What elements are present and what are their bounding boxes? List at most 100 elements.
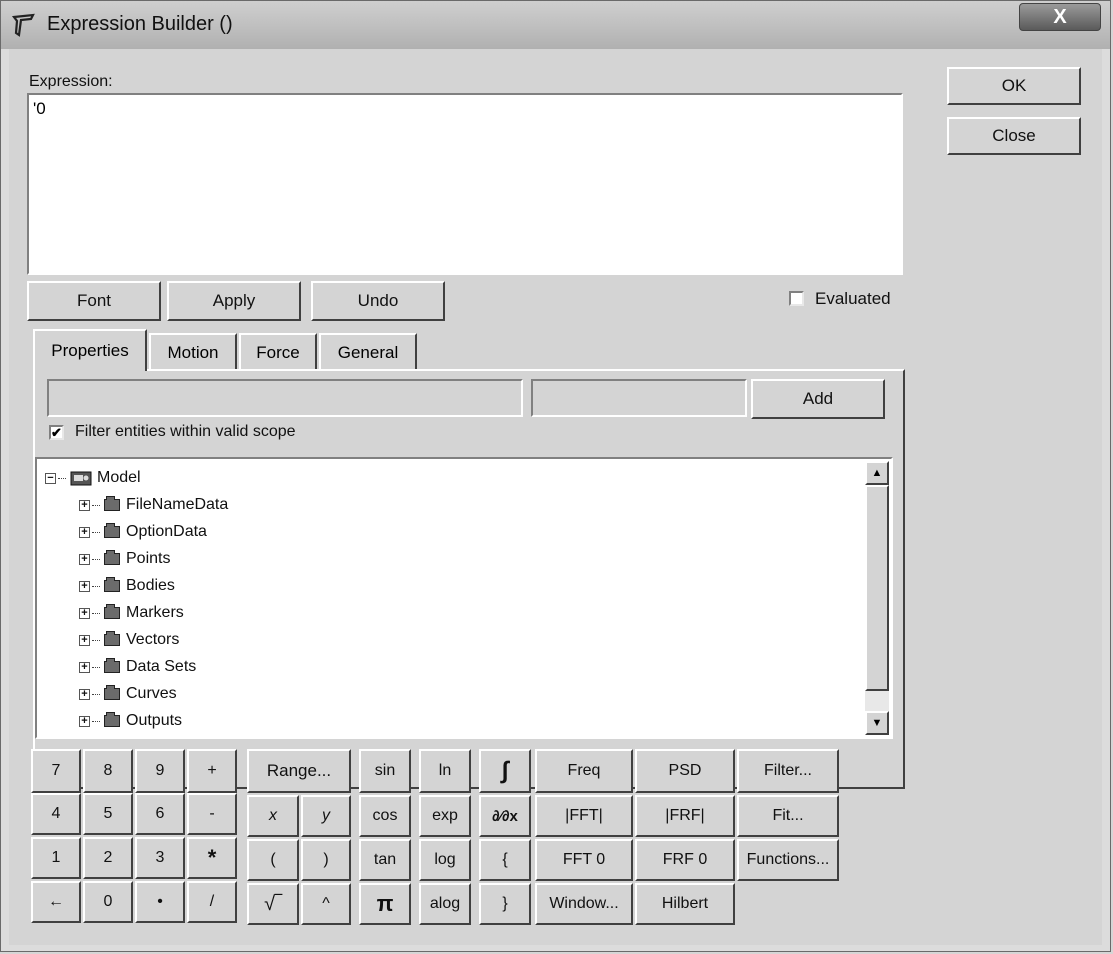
tree-item-label: Outputs xyxy=(126,712,183,729)
key-three-button[interactable]: 3 xyxy=(135,837,185,879)
tree-item[interactable]: + Vectors xyxy=(79,627,179,653)
tree-connector xyxy=(92,612,100,614)
fft0-button[interactable]: FFT 0 xyxy=(535,839,633,881)
tan-button[interactable]: tan xyxy=(359,839,411,881)
fit-button[interactable]: Fit... xyxy=(737,795,839,837)
tree-item[interactable]: + Markers xyxy=(79,600,184,626)
y-button[interactable]: y xyxy=(301,795,351,837)
expand-icon[interactable]: + xyxy=(79,607,90,619)
filter-button[interactable]: Filter... xyxy=(737,749,839,793)
integral-button[interactable]: ∫ xyxy=(479,749,531,793)
left-brace-button[interactable]: { xyxy=(479,839,531,881)
expand-icon[interactable]: + xyxy=(79,688,90,700)
ok-button[interactable]: OK xyxy=(947,67,1081,105)
tree-item-label: FileNameData xyxy=(126,496,229,513)
tree-root[interactable]: − Model xyxy=(45,465,141,491)
expand-icon[interactable]: + xyxy=(79,553,90,565)
fft-abs-button[interactable]: |FFT| xyxy=(535,795,633,837)
key-decimal-button[interactable]: • xyxy=(135,881,185,923)
tree-scrollbar[interactable]: ▲ ▼ xyxy=(865,461,889,735)
key-backspace-button[interactable]: ← xyxy=(31,881,81,923)
collapse-icon[interactable]: − xyxy=(45,472,56,484)
sqrt-button[interactable]: √‾ xyxy=(247,883,299,925)
log-button[interactable]: log xyxy=(419,839,471,881)
key-one-button[interactable]: 1 xyxy=(31,837,81,879)
filter-scope-checkbox[interactable]: ✔ xyxy=(49,425,64,440)
expand-icon[interactable]: + xyxy=(79,499,90,511)
tree-connector xyxy=(92,666,100,668)
key-seven-button[interactable]: 7 xyxy=(31,749,81,793)
key-divide-button[interactable]: / xyxy=(187,881,237,923)
range-button[interactable]: Range... xyxy=(247,749,351,793)
cos-button[interactable]: cos xyxy=(359,795,411,837)
expand-icon[interactable]: + xyxy=(79,715,90,727)
key-plus-button[interactable]: + xyxy=(187,749,237,793)
derivative-button[interactable]: ∂⁄∂x xyxy=(479,795,531,837)
window-close-button[interactable]: X xyxy=(1019,3,1101,31)
key-zero-button[interactable]: 0 xyxy=(83,881,133,923)
tree-item[interactable]: + Curves xyxy=(79,681,177,707)
key-eight-button[interactable]: 8 xyxy=(83,749,133,793)
exp-button[interactable]: exp xyxy=(419,795,471,837)
scroll-up-icon[interactable]: ▲ xyxy=(865,461,889,485)
window-button[interactable]: Window... xyxy=(535,883,633,925)
apply-button[interactable]: Apply xyxy=(167,281,301,321)
tree-item[interactable]: + Points xyxy=(79,546,170,572)
x-button[interactable]: x xyxy=(247,795,299,837)
key-five-button[interactable]: 5 xyxy=(83,793,133,835)
title-bar[interactable]: Expression Builder () X xyxy=(1,1,1110,49)
tab-motion[interactable]: Motion xyxy=(149,333,237,371)
tree-item-label: Curves xyxy=(126,685,177,702)
frf0-button[interactable]: FRF 0 xyxy=(635,839,735,881)
expand-icon[interactable]: + xyxy=(79,580,90,592)
value-field[interactable] xyxy=(531,379,747,417)
left-paren-button[interactable]: ( xyxy=(247,839,299,881)
tree-item[interactable]: + Outputs xyxy=(79,708,182,734)
expression-textarea[interactable]: '0 xyxy=(27,93,903,275)
key-multiply-button[interactable]: * xyxy=(187,837,237,879)
undo-button[interactable]: Undo xyxy=(311,281,445,321)
freq-button[interactable]: Freq xyxy=(535,749,633,793)
font-button[interactable]: Font xyxy=(27,281,161,321)
expand-icon[interactable]: + xyxy=(79,661,90,673)
functions-button[interactable]: Functions... xyxy=(737,839,839,881)
entity-field[interactable] xyxy=(47,379,523,417)
folder-icon xyxy=(104,712,120,727)
scroll-thumb[interactable] xyxy=(865,485,889,691)
power-button[interactable]: ^ xyxy=(301,883,351,925)
scroll-down-icon[interactable]: ▼ xyxy=(865,711,889,735)
tree-item-label: Markers xyxy=(126,604,184,621)
sin-button[interactable]: sin xyxy=(359,749,411,793)
properties-panel: Add ✔ Filter entities within valid scope… xyxy=(33,369,905,789)
key-minus-button[interactable]: - xyxy=(187,793,237,835)
tree-item-label: Data Sets xyxy=(126,658,197,675)
tree-item[interactable]: + FileNameData xyxy=(79,492,228,518)
right-brace-button[interactable]: } xyxy=(479,883,531,925)
tree-item[interactable]: + Data Sets xyxy=(79,654,196,680)
tree-item[interactable]: + Bodies xyxy=(79,573,175,599)
hilbert-button[interactable]: Hilbert xyxy=(635,883,735,925)
expand-icon[interactable]: + xyxy=(79,526,90,538)
key-six-button[interactable]: 6 xyxy=(135,793,185,835)
folder-icon xyxy=(104,631,120,646)
right-paren-button[interactable]: ) xyxy=(301,839,351,881)
tree-root-label: Model xyxy=(97,469,141,486)
folder-icon xyxy=(104,685,120,700)
key-nine-button[interactable]: 9 xyxy=(135,749,185,793)
expand-icon[interactable]: + xyxy=(79,634,90,646)
tree-item[interactable]: + OptionData xyxy=(79,519,207,545)
psd-button[interactable]: PSD xyxy=(635,749,735,793)
add-button[interactable]: Add xyxy=(751,379,885,419)
pi-button[interactable]: π xyxy=(359,883,411,925)
tab-properties[interactable]: Properties xyxy=(33,329,147,371)
alog-button[interactable]: alog xyxy=(419,883,471,925)
frf-abs-button[interactable]: |FRF| xyxy=(635,795,735,837)
ln-button[interactable]: ln xyxy=(419,749,471,793)
tab-general[interactable]: General xyxy=(319,333,417,371)
tab-force[interactable]: Force xyxy=(239,333,317,371)
key-two-button[interactable]: 2 xyxy=(83,837,133,879)
close-button[interactable]: Close xyxy=(947,117,1081,155)
entity-tree[interactable]: − Model + FileNameData + OptionData + Points +… xyxy=(35,457,893,739)
key-four-button[interactable]: 4 xyxy=(31,793,81,835)
evaluated-checkbox[interactable] xyxy=(789,291,804,306)
